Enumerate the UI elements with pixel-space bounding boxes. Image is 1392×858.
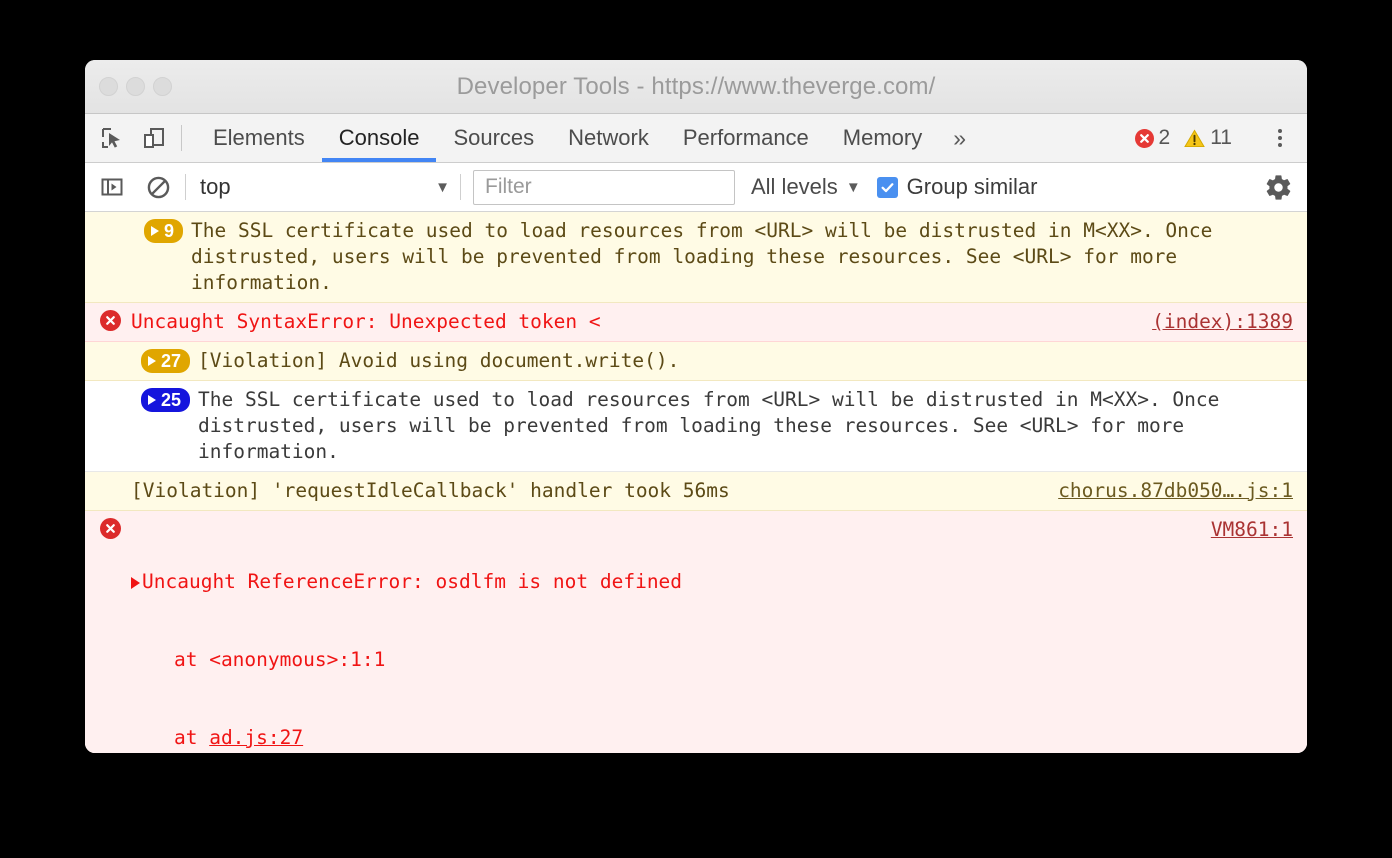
stack-line-link[interactable]: ad.js:27 (209, 726, 303, 749)
message-source-link[interactable]: (index):1389 (1152, 309, 1307, 335)
expand-stack-triangle-icon[interactable] (131, 576, 140, 589)
tab-bar-icons (85, 114, 167, 162)
minimize-button[interactable] (126, 77, 145, 96)
warning-triangle-icon (1184, 128, 1206, 147)
stack-line: at <anonymous>:1:1 (127, 647, 1201, 673)
repeat-count-label: 27 (160, 351, 181, 371)
filter-input[interactable] (483, 174, 725, 200)
group-similar-checkbox[interactable] (876, 176, 898, 198)
message-source-link[interactable]: VM861:1 (1211, 517, 1307, 543)
stack-line-text: <anonymous>:1:1 (209, 648, 386, 671)
inspect-element-icon[interactable] (99, 125, 125, 151)
console-message-row[interactable]: 25 The SSL certificate used to load reso… (85, 381, 1307, 472)
console-message-list[interactable]: 9 The SSL certificate used to load resou… (85, 212, 1307, 753)
error-count-label: 2 (1158, 126, 1171, 149)
console-toolbar-divider (185, 174, 186, 200)
tab-console[interactable]: Console (321, 114, 437, 162)
chevron-down-icon: ▼ (435, 178, 450, 196)
group-similar-toggle[interactable]: Group similar (876, 174, 1038, 200)
console-toolbar: top ▼ All levels ▼ Group similar (85, 163, 1307, 212)
message-text: The SSL certificate used to load resourc… (191, 219, 1225, 294)
tab-memory[interactable]: Memory (826, 114, 939, 162)
clear-console-icon[interactable] (145, 174, 171, 200)
message-gutter (85, 309, 131, 331)
log-level-selector[interactable]: All levels ▼ (751, 174, 861, 200)
tab-sources[interactable]: Sources (436, 114, 551, 162)
repeat-count-label: 9 (163, 221, 174, 241)
message-text: The SSL certificate used to load resourc… (198, 388, 1232, 463)
circle-x-icon (100, 310, 121, 331)
console-toolbar-icons (85, 174, 171, 200)
message-gutter: 9 (85, 218, 191, 243)
more-tabs-icon[interactable]: » (939, 114, 980, 162)
expand-triangle-icon (150, 226, 159, 236)
devtools-menu-icon[interactable] (1265, 123, 1295, 153)
title-bar: Developer Tools - https://www.theverge.c… (85, 60, 1307, 114)
console-message-row[interactable]: Uncaught ReferenceError: osdlfm is not d… (85, 511, 1307, 753)
tab-performance[interactable]: Performance (666, 114, 826, 162)
console-message-row[interactable]: 27 [Violation] Avoid using document.writ… (85, 342, 1307, 381)
message-text: [Violation] 'requestIdleCallback' handle… (131, 479, 730, 502)
repeat-count-badge[interactable]: 9 (143, 219, 183, 243)
warning-count-label: 11 (1210, 126, 1232, 149)
execution-context-selector[interactable]: top ▼ (200, 174, 454, 200)
context-filter-divider (460, 174, 461, 200)
message-text: Uncaught SyntaxError: Unexpected token < (131, 310, 601, 333)
message-gutter (85, 478, 131, 479)
console-sidebar-toggle-icon[interactable] (99, 174, 125, 200)
repeat-count-badge[interactable]: 25 (140, 388, 190, 412)
maximize-button[interactable] (153, 77, 172, 96)
repeat-count-badge[interactable]: 27 (140, 349, 190, 373)
group-similar-label: Group similar (906, 174, 1038, 199)
message-text-with-stack: Uncaught ReferenceError: osdlfm is not d… (127, 517, 1211, 753)
devtools-window: Developer Tools - https://www.theverge.c… (85, 60, 1307, 753)
console-message-row[interactable]: [Violation] 'requestIdleCallback' handle… (85, 472, 1307, 511)
error-counter[interactable]: 2 (1134, 126, 1171, 150)
tab-elements[interactable]: Elements (196, 114, 322, 162)
stack-line-prefix: at (127, 726, 210, 749)
message-gutter (85, 517, 127, 539)
warning-counter[interactable]: 11 (1184, 126, 1232, 150)
devtools-tab-bar: Elements Console Sources Network Perform… (85, 114, 1307, 163)
repeat-count-label: 25 (160, 390, 181, 410)
message-gutter: 27 (85, 348, 198, 373)
issue-counters: 2 11 (1134, 114, 1308, 162)
stack-header-line: Uncaught ReferenceError: osdlfm is not d… (127, 569, 1201, 595)
chevron-down-icon: ▼ (845, 178, 861, 196)
message-text: [Violation] Avoid using document.write()… (198, 349, 680, 372)
stack-line-prefix: at (127, 648, 210, 671)
device-toolbar-icon[interactable] (141, 125, 167, 151)
error-headline: Uncaught ReferenceError: osdlfm is not d… (142, 570, 683, 593)
console-message-row[interactable]: Uncaught SyntaxError: Unexpected token <… (85, 303, 1307, 342)
tab-network[interactable]: Network (551, 114, 666, 162)
console-settings-button[interactable] (1264, 173, 1307, 202)
stack-line: at ad.js:27 (127, 725, 1201, 751)
message-source-link[interactable]: chorus.87db050….js:1 (1058, 478, 1307, 504)
traffic-lights (85, 77, 172, 96)
expand-triangle-icon (147, 356, 156, 366)
console-message-row[interactable]: 9 The SSL certificate used to load resou… (85, 212, 1307, 303)
panel-tabs: Elements Console Sources Network Perform… (196, 114, 1135, 162)
log-level-label: All levels (751, 174, 838, 199)
gear-icon (1266, 174, 1291, 200)
circle-x-icon (100, 518, 121, 539)
close-button[interactable] (99, 77, 118, 96)
window-title: Developer Tools - https://www.theverge.c… (456, 72, 936, 100)
filter-field[interactable] (473, 169, 735, 205)
tab-bar-divider (181, 125, 182, 151)
expand-triangle-icon (147, 395, 156, 405)
message-gutter: 25 (85, 387, 198, 412)
execution-context-label: top (200, 174, 231, 199)
circle-x-icon (1134, 128, 1154, 148)
